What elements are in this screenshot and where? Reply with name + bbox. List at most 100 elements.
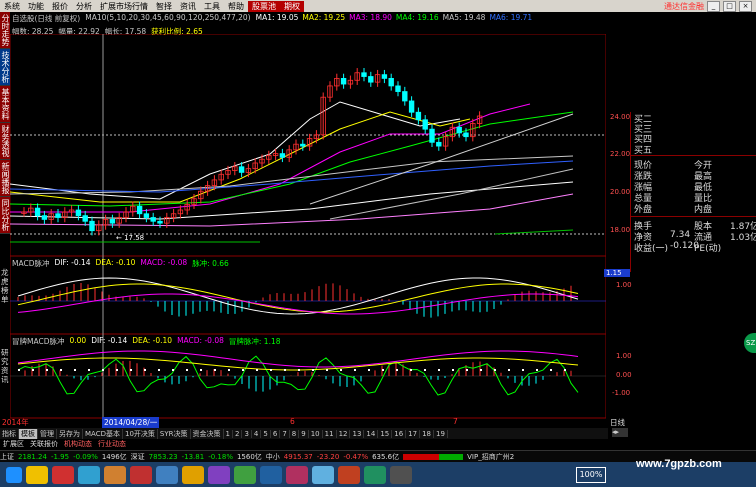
index-tab-3[interactable]: 行业动态 — [95, 439, 129, 449]
indicator-tab-18[interactable]: 11 — [323, 429, 337, 438]
menu-item-news[interactable]: 资讯 — [176, 1, 200, 12]
ind2-dot-23 — [340, 369, 342, 371]
indicator-tab-2[interactable]: 管理 — [38, 428, 57, 439]
ind2-dot-18 — [270, 369, 272, 371]
indicator-tab-11[interactable]: 4 — [252, 429, 262, 438]
indicator-tab-24[interactable]: 17 — [406, 429, 421, 438]
menu-item-analysis[interactable]: 分析 — [72, 1, 96, 12]
menu-item-tools[interactable]: 工具 — [200, 1, 224, 12]
indicator-tab-26[interactable]: 19 — [434, 429, 448, 438]
candle-body-50 — [361, 72, 367, 77]
price-axis-22: 22.00 — [610, 150, 631, 158]
explorer-icon[interactable] — [26, 465, 48, 484]
indicator-tab-8[interactable]: 1 — [224, 429, 233, 438]
vip-account[interactable]: VIP_招商广州2 — [467, 452, 514, 462]
ind2-dot-17 — [256, 369, 258, 371]
indicator-tab-10[interactable]: 3 — [242, 429, 252, 438]
ma-info-bar: 自选股(日线 前复权) MA10(5,10,20,30,45,60,90,120… — [12, 13, 612, 36]
app-icon-2[interactable] — [78, 465, 100, 484]
candle-body-17 — [136, 205, 143, 215]
minimize-button[interactable]: _ — [707, 0, 720, 12]
app-icon-9[interactable] — [260, 465, 282, 484]
indicator-tab-12[interactable]: 5 — [261, 429, 271, 438]
candle-body-38 — [279, 153, 286, 158]
ind2-dot-19 — [284, 369, 286, 371]
tab-intraday[interactable]: 分时走势 — [0, 12, 10, 49]
indicator-tab-16[interactable]: 9 — [299, 429, 309, 438]
menu-item-options[interactable]: 期权 — [280, 0, 304, 12]
app-icon-3[interactable] — [104, 465, 126, 484]
indicator-tab-19[interactable]: 12 — [337, 429, 351, 438]
indicator-tab-20[interactable]: 13 — [350, 429, 365, 438]
sz-value: 7853.23 — [148, 452, 178, 461]
app-icon-11[interactable] — [312, 465, 334, 484]
zoom-indicator[interactable]: 100% — [576, 466, 606, 483]
ma-line-9 — [309, 113, 574, 205]
app-icon-1[interactable] — [52, 465, 74, 484]
indicator-tab-14[interactable]: 7 — [280, 429, 290, 438]
tab-compare[interactable]: 同比分析 — [0, 197, 10, 234]
app-icon-6[interactable] — [182, 465, 204, 484]
app-icon-5[interactable] — [156, 465, 178, 484]
menu-item-ext-market[interactable]: 扩展市场行情 — [96, 1, 152, 12]
indicator1-header: MACD脉冲 DIF: -0.14 DEA: -0.10 MACD: -0.08 脉冲… — [12, 258, 229, 269]
kline-chart[interactable]: ← 17.58 — [10, 34, 606, 428]
nav-arrows[interactable]: ◂▸ — [612, 428, 628, 437]
ind2-dot-26 — [382, 369, 384, 371]
tab-technical[interactable]: 技术分析 — [0, 49, 10, 86]
close-button[interactable]: × — [739, 0, 752, 12]
app-icon-12[interactable] — [338, 465, 360, 484]
candle-body-9 — [82, 215, 88, 222]
menu-item-select[interactable]: 智择 — [152, 1, 176, 12]
indicator-tab-25[interactable]: 18 — [420, 429, 435, 438]
app-icon-14[interactable] — [390, 465, 412, 484]
candle-body-10 — [89, 220, 95, 232]
indicator-tab-9[interactable]: 2 — [233, 429, 243, 438]
ma-line-4 — [10, 155, 574, 195]
price-axis-24: 24.00 — [610, 113, 631, 121]
menu-item-system[interactable]: 系统 — [0, 1, 24, 12]
indicator-tab-15[interactable]: 8 — [290, 429, 300, 438]
indicator-tab-22[interactable]: 15 — [378, 429, 393, 438]
menu-item-quote[interactable]: 报价 — [48, 1, 72, 12]
candle-body-5 — [55, 213, 61, 218]
indicator-tab-17[interactable]: 10 — [309, 429, 323, 438]
period-label[interactable]: 日线 — [610, 417, 625, 428]
tab-fundamentals[interactable]: 基本资料 — [0, 86, 10, 123]
ma-value-4: MA5: 19.48 — [442, 13, 486, 22]
menu-bar: 系统 功能 报价 分析 扩展市场行情 智择 资讯 工具 帮助 股票池 期权 通达… — [0, 0, 756, 12]
indicator-tab-0[interactable]: 指标 — [0, 428, 19, 439]
menu-item-stock-pool[interactable]: 股票池 — [248, 0, 280, 12]
indicator-tab-7[interactable]: 资金决策 — [191, 428, 224, 439]
indicator-tab-1[interactable]: 模板 — [19, 428, 38, 439]
indicator-tab-6[interactable]: SYR决策 — [158, 428, 191, 439]
indicator-tab-3[interactable]: 另存为 — [57, 428, 83, 439]
tab-financials[interactable]: 财务透视 — [0, 123, 10, 160]
app-icon-13[interactable] — [364, 465, 386, 484]
app-icon-4[interactable] — [130, 465, 152, 484]
sz-pct: -0.18% — [208, 452, 233, 461]
menu-item-function[interactable]: 功能 — [24, 1, 48, 12]
candle-body-18 — [143, 213, 150, 218]
indicator-tab-5[interactable]: 10开决策 — [123, 428, 158, 439]
index-tab-1[interactable]: 关联报价 — [27, 439, 61, 449]
index-tab-2[interactable]: 机构动态 — [61, 439, 95, 449]
indicator2-value-4: 冒牌脉冲: 1.18 — [228, 337, 281, 346]
menu-item-help[interactable]: 帮助 — [224, 1, 248, 12]
app-icon-8[interactable] — [234, 465, 256, 484]
ma-values: MA1: 19.05 MA2: 19.25 MA3: 18.90 MA4: 19.16… — [256, 13, 533, 24]
indicator2-value-0: 0.00 — [69, 336, 87, 345]
maximize-button[interactable]: □ — [723, 0, 736, 12]
indicator-tab-23[interactable]: 16 — [392, 429, 407, 438]
app-icon-7[interactable] — [208, 465, 230, 484]
quote-stat-2-0: 收益(一) — [634, 244, 669, 254]
windows-start-icon[interactable] — [6, 466, 22, 483]
indicator-tab-21[interactable]: 14 — [364, 429, 379, 438]
candle-body-59 — [422, 119, 428, 130]
indicator-tab-4[interactable]: MACD基本 — [83, 428, 123, 439]
tab-news[interactable]: 新闻播报 — [0, 160, 10, 197]
indicator-tab-13[interactable]: 6 — [271, 429, 281, 438]
index-tab-0[interactable]: 扩展区 — [0, 439, 27, 449]
side-float-button[interactable]: SZ — [744, 333, 756, 353]
app-icon-10[interactable] — [286, 465, 308, 484]
